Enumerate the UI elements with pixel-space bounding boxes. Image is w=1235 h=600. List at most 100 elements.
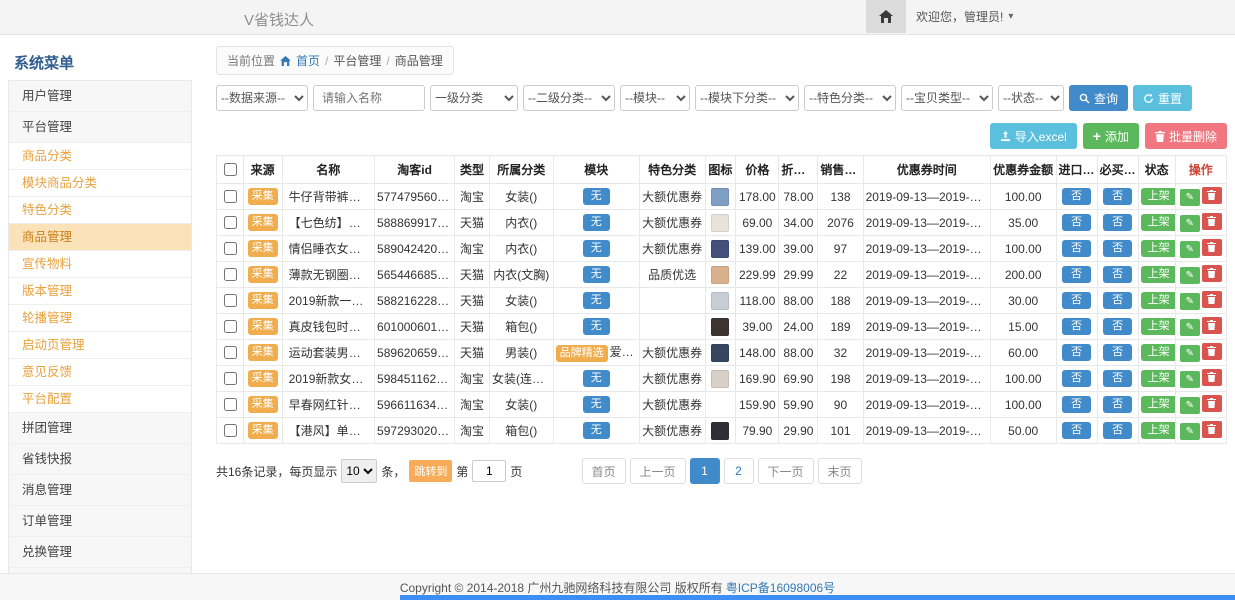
status-button[interactable]: 上架 bbox=[1141, 370, 1175, 387]
sidebar-item-7[interactable]: 版本管理 bbox=[9, 278, 191, 305]
mustbuy-toggle-button[interactable]: 否 bbox=[1103, 344, 1132, 361]
status-button[interactable]: 上架 bbox=[1141, 240, 1175, 257]
edit-button[interactable]: ✎ bbox=[1180, 319, 1200, 336]
status-button[interactable]: 上架 bbox=[1141, 188, 1175, 205]
import-toggle-button[interactable]: 否 bbox=[1062, 370, 1091, 387]
mustbuy-toggle-button[interactable]: 否 bbox=[1103, 370, 1132, 387]
delete-button[interactable] bbox=[1202, 317, 1222, 334]
row-checkbox[interactable] bbox=[224, 424, 237, 437]
mustbuy-toggle-button[interactable]: 否 bbox=[1103, 214, 1132, 231]
delete-button[interactable] bbox=[1202, 395, 1222, 412]
import-toggle-button[interactable]: 否 bbox=[1062, 396, 1091, 413]
status-button[interactable]: 上架 bbox=[1141, 266, 1175, 283]
delete-button[interactable] bbox=[1202, 213, 1222, 230]
delete-button[interactable] bbox=[1202, 369, 1222, 386]
edit-button[interactable]: ✎ bbox=[1180, 293, 1200, 310]
sidebar-item-12[interactable]: 拼团管理 bbox=[9, 413, 191, 444]
page-button-5[interactable]: 末页 bbox=[818, 458, 862, 484]
page-jump-input[interactable] bbox=[472, 460, 506, 482]
mustbuy-toggle-button[interactable]: 否 bbox=[1103, 318, 1132, 335]
page-button-1[interactable]: 上一页 bbox=[629, 458, 685, 484]
delete-button[interactable] bbox=[1202, 265, 1222, 282]
filter-select-7[interactable]: --状态-- bbox=[998, 85, 1064, 111]
bottom-scrollbar[interactable] bbox=[400, 595, 1235, 600]
edit-button[interactable]: ✎ bbox=[1180, 345, 1200, 362]
edit-button[interactable]: ✎ bbox=[1180, 397, 1200, 414]
import-toggle-button[interactable]: 否 bbox=[1062, 344, 1091, 361]
sidebar-item-15[interactable]: 订单管理 bbox=[9, 506, 191, 537]
icp-link[interactable]: 粤ICP备16098006号 bbox=[726, 579, 835, 596]
search-button[interactable]: 查询 bbox=[1069, 85, 1128, 111]
sidebar-item-10[interactable]: 意见反馈 bbox=[9, 359, 191, 386]
edit-button[interactable]: ✎ bbox=[1180, 215, 1200, 232]
import-toggle-button[interactable]: 否 bbox=[1062, 240, 1091, 257]
sidebar-item-5[interactable]: 商品管理 bbox=[9, 224, 191, 251]
add-button[interactable]: + 添加 bbox=[1083, 123, 1139, 149]
status-button[interactable]: 上架 bbox=[1141, 318, 1175, 335]
page-button-2[interactable]: 1 bbox=[690, 458, 720, 484]
delete-button[interactable] bbox=[1202, 291, 1222, 308]
page-button-4[interactable]: 下一页 bbox=[758, 458, 814, 484]
mustbuy-toggle-button[interactable]: 否 bbox=[1103, 422, 1132, 439]
sidebar-item-3[interactable]: 模块商品分类 bbox=[9, 170, 191, 197]
filter-select-2[interactable]: --二级分类-- bbox=[523, 85, 615, 111]
row-checkbox[interactable] bbox=[224, 372, 237, 385]
status-button[interactable]: 上架 bbox=[1141, 292, 1175, 309]
reset-button[interactable]: 重置 bbox=[1133, 85, 1192, 111]
status-button[interactable]: 上架 bbox=[1141, 214, 1175, 231]
row-checkbox[interactable] bbox=[224, 242, 237, 255]
batch-delete-button[interactable]: 批量删除 bbox=[1145, 123, 1227, 149]
breadcrumb-item-platform[interactable]: 平台管理 bbox=[333, 52, 381, 69]
sidebar-item-16[interactable]: 兑换管理 bbox=[9, 537, 191, 568]
filter-select-3[interactable]: --模块-- bbox=[620, 85, 690, 111]
filter-select-4[interactable]: --模块下分类-- bbox=[695, 85, 799, 111]
filter-select-5[interactable]: --特色分类-- bbox=[804, 85, 896, 111]
sidebar-item-6[interactable]: 宣传物料 bbox=[9, 251, 191, 278]
sidebar-item-9[interactable]: 启动页管理 bbox=[9, 332, 191, 359]
row-checkbox[interactable] bbox=[224, 346, 237, 359]
sidebar-item-0[interactable]: 用户管理 bbox=[9, 81, 191, 112]
edit-button[interactable]: ✎ bbox=[1180, 371, 1200, 388]
status-button[interactable]: 上架 bbox=[1141, 422, 1175, 439]
select-all-checkbox[interactable] bbox=[224, 163, 237, 176]
edit-button[interactable]: ✎ bbox=[1180, 267, 1200, 284]
mustbuy-toggle-button[interactable]: 否 bbox=[1103, 266, 1132, 283]
status-button[interactable]: 上架 bbox=[1141, 396, 1175, 413]
delete-button[interactable] bbox=[1202, 343, 1222, 360]
mustbuy-toggle-button[interactable]: 否 bbox=[1103, 240, 1132, 257]
sidebar-item-1[interactable]: 平台管理 bbox=[9, 112, 191, 143]
page-button-0[interactable]: 首页 bbox=[581, 458, 625, 484]
user-menu[interactable]: 欢迎您，管理员! ▾ bbox=[906, 0, 1023, 33]
sidebar-item-4[interactable]: 特色分类 bbox=[9, 197, 191, 224]
home-button[interactable] bbox=[866, 0, 906, 33]
breadcrumb-home-link[interactable]: 首页 bbox=[296, 52, 320, 69]
delete-button[interactable] bbox=[1202, 421, 1222, 438]
import-toggle-button[interactable]: 否 bbox=[1062, 214, 1091, 231]
sidebar-item-11[interactable]: 平台配置 bbox=[9, 386, 191, 413]
import-toggle-button[interactable]: 否 bbox=[1062, 266, 1091, 283]
status-button[interactable]: 上架 bbox=[1141, 344, 1175, 361]
delete-button[interactable] bbox=[1202, 187, 1222, 204]
import-toggle-button[interactable]: 否 bbox=[1062, 188, 1091, 205]
sidebar-item-2[interactable]: 商品分类 bbox=[9, 143, 191, 170]
filter-select-6[interactable]: --宝贝类型-- bbox=[901, 85, 993, 111]
name-search-input[interactable] bbox=[313, 85, 425, 111]
import-toggle-button[interactable]: 否 bbox=[1062, 318, 1091, 335]
import-toggle-button[interactable]: 否 bbox=[1062, 292, 1091, 309]
filter-select-1[interactable]: 一级分类 bbox=[430, 85, 518, 111]
sidebar-item-8[interactable]: 轮播管理 bbox=[9, 305, 191, 332]
row-checkbox[interactable] bbox=[224, 294, 237, 307]
edit-button[interactable]: ✎ bbox=[1180, 189, 1200, 206]
page-button-3[interactable]: 2 bbox=[724, 458, 754, 484]
edit-button[interactable]: ✎ bbox=[1180, 423, 1200, 440]
row-checkbox[interactable] bbox=[224, 268, 237, 281]
filter-select-0[interactable]: --数据来源-- bbox=[216, 85, 308, 111]
per-page-select[interactable]: 10 bbox=[341, 459, 377, 483]
mustbuy-toggle-button[interactable]: 否 bbox=[1103, 396, 1132, 413]
mustbuy-toggle-button[interactable]: 否 bbox=[1103, 292, 1132, 309]
row-checkbox[interactable] bbox=[224, 398, 237, 411]
edit-button[interactable]: ✎ bbox=[1180, 241, 1200, 258]
import-toggle-button[interactable]: 否 bbox=[1062, 422, 1091, 439]
mustbuy-toggle-button[interactable]: 否 bbox=[1103, 188, 1132, 205]
delete-button[interactable] bbox=[1202, 239, 1222, 256]
